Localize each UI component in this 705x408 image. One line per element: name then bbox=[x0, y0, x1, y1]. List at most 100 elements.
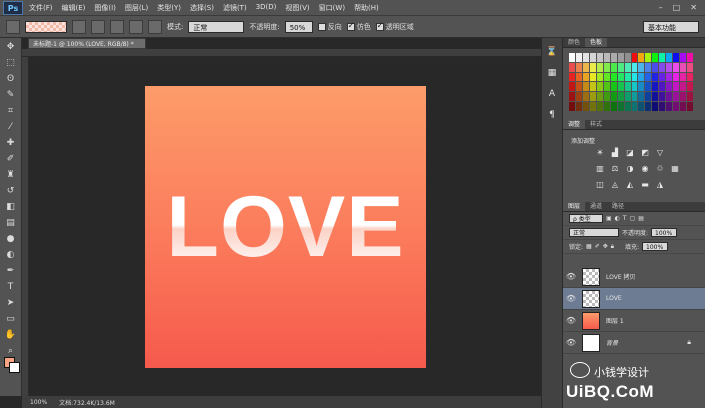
move-tool-icon[interactable]: ✥ bbox=[4, 41, 18, 54]
color-swatch[interactable] bbox=[666, 62, 673, 72]
document-canvas[interactable]: LOVE bbox=[145, 86, 426, 368]
color-swatch[interactable] bbox=[687, 72, 693, 82]
photo-filter-icon[interactable]: ◉ bbox=[640, 164, 650, 173]
color-swatch[interactable] bbox=[617, 92, 624, 102]
path-select-tool-icon[interactable]: ➤ bbox=[4, 297, 18, 310]
dither-option[interactable]: 仿色 bbox=[346, 21, 371, 32]
color-swatch[interactable] bbox=[645, 102, 652, 111]
gradient-map-icon[interactable]: ▬ bbox=[640, 180, 650, 189]
menu-view[interactable]: 视图(V) bbox=[285, 3, 309, 13]
color-swatch[interactable] bbox=[575, 53, 582, 62]
color-swatch[interactable] bbox=[569, 102, 575, 111]
color-swatch[interactable] bbox=[617, 102, 624, 111]
layer-layer-1[interactable]: 👁︎ 图层 1 bbox=[563, 310, 705, 332]
filter-type-icon[interactable]: T bbox=[623, 215, 627, 222]
color-swatch[interactable] bbox=[589, 102, 596, 111]
color-swatch[interactable] bbox=[617, 82, 624, 92]
type-tool-icon[interactable]: T bbox=[4, 281, 18, 294]
maximize-button[interactable]: □ bbox=[673, 3, 681, 12]
stamp-tool-icon[interactable]: ♜ bbox=[4, 169, 18, 182]
menu-3d[interactable]: 3D(D) bbox=[256, 3, 277, 13]
color-swatch[interactable] bbox=[569, 92, 575, 102]
curves-icon[interactable]: ◪ bbox=[625, 148, 635, 157]
color-swatch[interactable] bbox=[589, 92, 596, 102]
color-swatch[interactable] bbox=[659, 72, 666, 82]
pen-tool-icon[interactable]: ✒ bbox=[4, 265, 18, 278]
layer-love-copy[interactable]: 👁︎ LOVE 拷贝 bbox=[563, 266, 705, 288]
menu-type[interactable]: 类型(Y) bbox=[157, 3, 181, 13]
color-swatch[interactable] bbox=[687, 82, 693, 92]
color-swatch[interactable] bbox=[680, 102, 687, 111]
color-swatch[interactable] bbox=[631, 72, 638, 82]
color-swatch[interactable] bbox=[652, 62, 659, 72]
mode-select[interactable]: 正常 bbox=[188, 20, 245, 33]
color-swatch[interactable] bbox=[638, 62, 645, 72]
color-swatch[interactable] bbox=[582, 53, 589, 62]
color-swatch[interactable] bbox=[666, 53, 673, 62]
filter-pixel-icon[interactable]: ▣ bbox=[606, 215, 612, 222]
color-balance-icon[interactable]: ⚖ bbox=[610, 164, 620, 173]
color-swatch[interactable] bbox=[638, 82, 645, 92]
menu-image[interactable]: 图像(I) bbox=[94, 3, 116, 13]
background-color-swatch[interactable] bbox=[9, 362, 20, 373]
color-swatch[interactable] bbox=[659, 102, 666, 111]
color-swatch[interactable] bbox=[603, 72, 610, 82]
color-swatch[interactable] bbox=[680, 72, 687, 82]
tool-preset-button[interactable] bbox=[6, 19, 20, 34]
color-swatch[interactable] bbox=[603, 82, 610, 92]
transparency-option[interactable]: 透明区域 bbox=[375, 21, 414, 32]
gradient-tool-icon[interactable]: ▤ bbox=[4, 217, 18, 230]
tab-channels[interactable]: 通道 bbox=[585, 202, 607, 211]
color-swatch[interactable] bbox=[659, 62, 666, 72]
color-swatch[interactable] bbox=[575, 72, 582, 82]
color-swatch[interactable] bbox=[603, 92, 610, 102]
hand-tool-icon[interactable]: ✋ bbox=[4, 329, 18, 342]
close-button[interactable]: ✕ bbox=[690, 3, 697, 12]
layer-background[interactable]: 👁︎ 背景 🔒︎ bbox=[563, 332, 705, 354]
menu-filter[interactable]: 滤镜(T) bbox=[223, 3, 247, 13]
opacity-input[interactable]: 50% bbox=[284, 20, 313, 33]
threshold-icon[interactable]: ◭ bbox=[625, 180, 635, 189]
color-swatch[interactable] bbox=[687, 92, 693, 102]
menu-help[interactable]: 帮助(H) bbox=[354, 3, 379, 13]
minimize-button[interactable]: – bbox=[659, 3, 663, 12]
color-swatch[interactable] bbox=[582, 82, 589, 92]
color-swatch[interactable] bbox=[624, 72, 631, 82]
color-swatch[interactable] bbox=[631, 62, 638, 72]
invert-icon[interactable]: ◫ bbox=[595, 180, 605, 189]
black-white-icon[interactable]: ◑ bbox=[625, 164, 635, 173]
color-swatch[interactable] bbox=[666, 92, 673, 102]
tab-styles[interactable]: 样式 bbox=[585, 120, 607, 129]
properties-icon[interactable]: ▦ bbox=[545, 66, 559, 80]
color-swatch[interactable] bbox=[624, 82, 631, 92]
color-swatch[interactable] bbox=[673, 72, 680, 82]
color-swatch[interactable] bbox=[589, 62, 596, 72]
radial-gradient-button[interactable] bbox=[91, 19, 105, 34]
color-swatch[interactable] bbox=[645, 53, 652, 62]
color-swatch[interactable] bbox=[631, 92, 638, 102]
tab-color[interactable]: 颜色 bbox=[563, 38, 585, 47]
color-swatch[interactable] bbox=[673, 82, 680, 92]
color-swatch[interactable] bbox=[596, 102, 603, 111]
document-tab[interactable]: 未标题-1 @ 100% (LOVE, RGB/8) * bbox=[28, 38, 146, 49]
quick-select-tool-icon[interactable]: ✎ bbox=[4, 89, 18, 102]
color-swatch[interactable] bbox=[624, 102, 631, 111]
color-swatch[interactable] bbox=[638, 53, 645, 62]
filter-adjust-icon[interactable]: ◐ bbox=[615, 215, 620, 222]
color-swatch[interactable] bbox=[652, 53, 659, 62]
exposure-icon[interactable]: ◩ bbox=[640, 148, 650, 157]
color-swatch[interactable] bbox=[575, 92, 582, 102]
color-swatch[interactable] bbox=[673, 102, 680, 111]
eraser-tool-icon[interactable]: ◧ bbox=[4, 201, 18, 214]
lock-move-icon[interactable]: ✥ bbox=[603, 243, 608, 250]
color-swatch[interactable] bbox=[659, 82, 666, 92]
visibility-eye-icon[interactable]: 👁︎ bbox=[563, 316, 579, 325]
color-swatch[interactable] bbox=[617, 72, 624, 82]
color-swatch[interactable] bbox=[680, 62, 687, 72]
swatches-grid[interactable] bbox=[569, 53, 693, 111]
color-swatch[interactable] bbox=[687, 53, 693, 62]
color-swatch[interactable] bbox=[638, 72, 645, 82]
layer-opacity-input[interactable]: 100% bbox=[651, 228, 678, 237]
color-swatch[interactable] bbox=[645, 72, 652, 82]
color-swatch[interactable] bbox=[575, 62, 582, 72]
